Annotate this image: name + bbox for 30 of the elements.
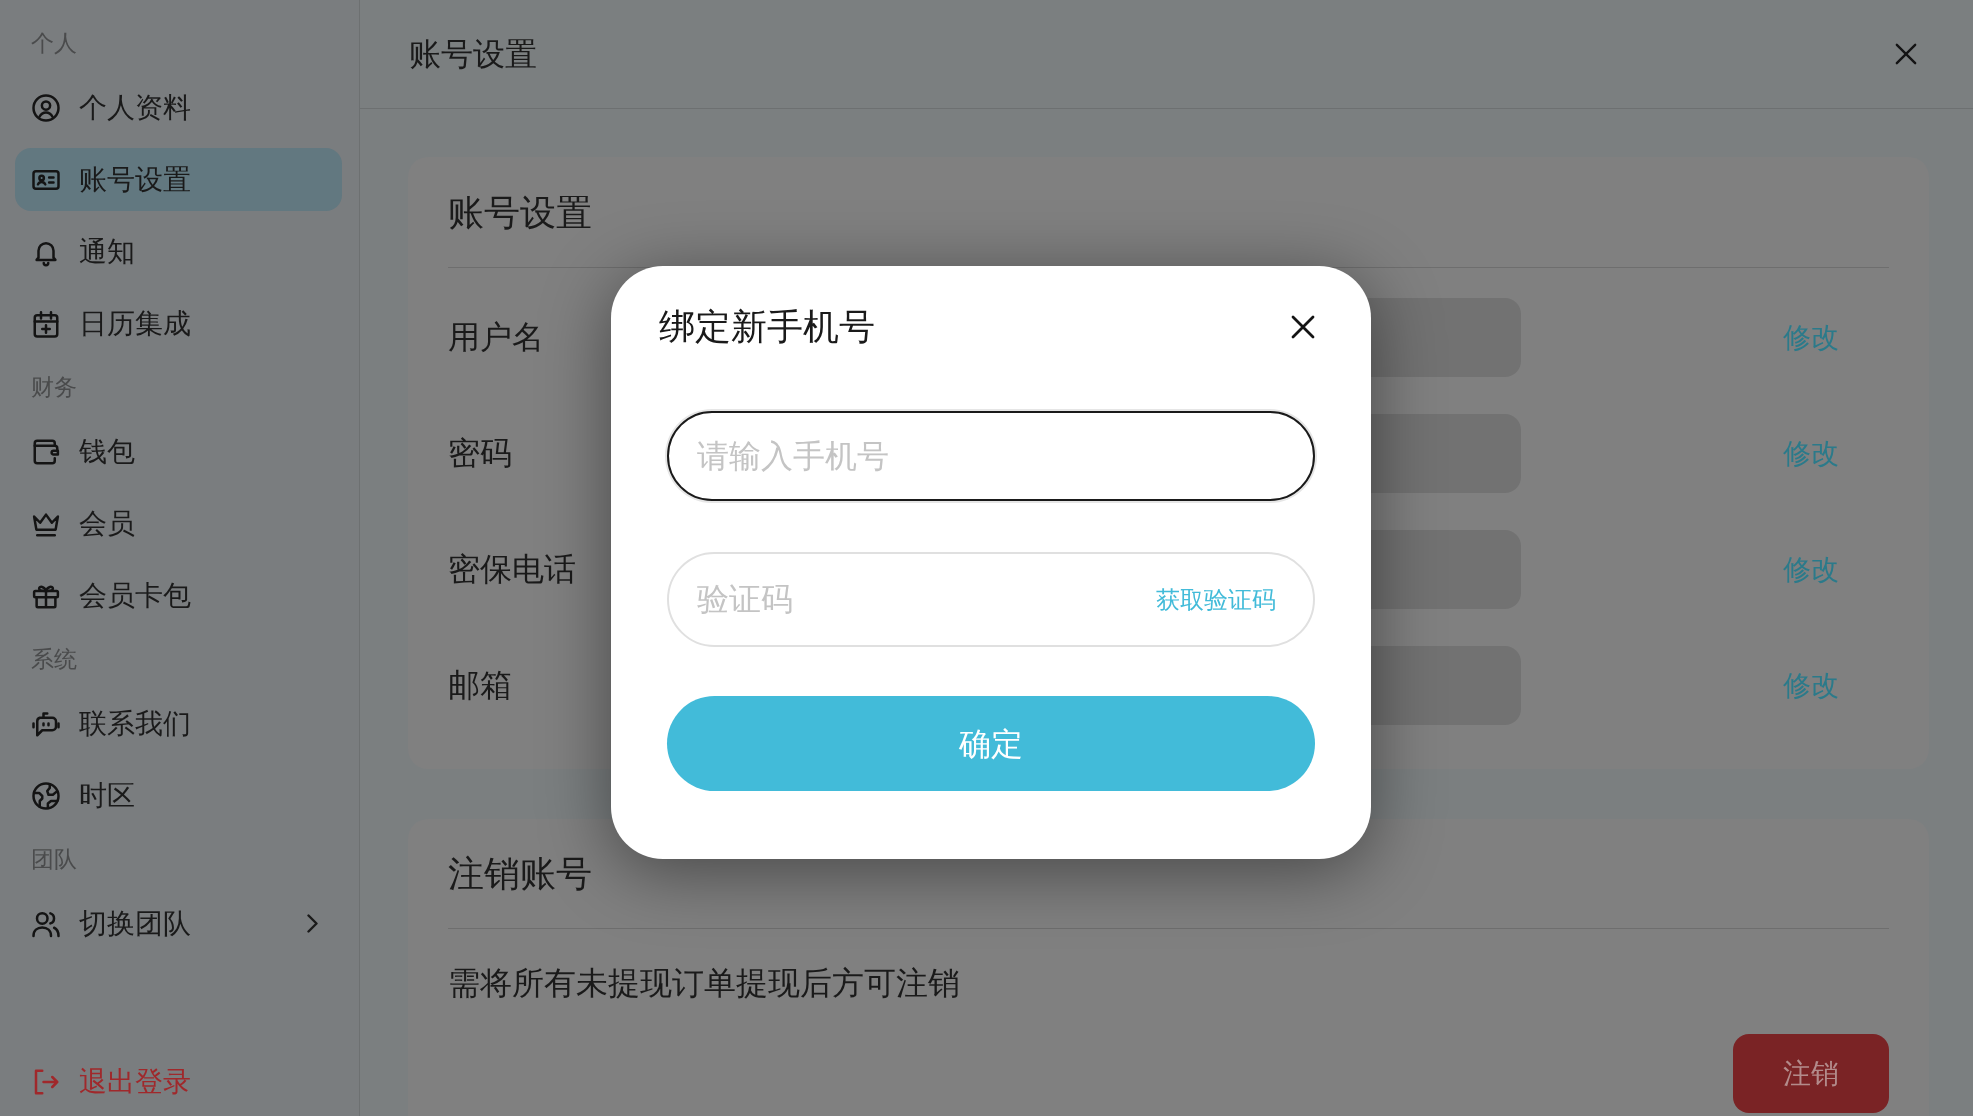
field-label: 邮箱 <box>448 666 512 703</box>
sidebar-item[interactable]: 时区 <box>15 764 342 827</box>
sidebar-item[interactable]: 联系我们 <box>15 692 342 755</box>
sidebar-item[interactable]: 切换团队 <box>15 892 342 955</box>
sidebar-item[interactable]: 会员卡包 <box>15 564 342 627</box>
field-label: 密保电话 <box>448 550 576 587</box>
sidebar-item[interactable]: 会员 <box>15 492 342 555</box>
user-circle-icon <box>31 92 61 123</box>
phone-input-field[interactable]: 请输入手机号 <box>667 411 1315 501</box>
globe-icon <box>31 780 61 811</box>
close-button[interactable] <box>1291 315 1315 339</box>
delete-account-button[interactable]: 注销 <box>1733 1034 1889 1113</box>
notice-text: 需将所有未提现订单提现后方可注销 <box>448 964 961 1003</box>
page-title: 账号设置 <box>409 38 537 70</box>
sidebar-item[interactable]: 日历集成 <box>15 292 342 355</box>
sidebar-item[interactable]: 个人资料 <box>15 76 342 139</box>
field-label: 密码 <box>448 434 512 471</box>
close-icon <box>1895 43 1917 65</box>
card-title: 账号设置 <box>448 191 593 235</box>
get-code-link[interactable]: 获取验证码 <box>1156 587 1276 612</box>
confirm-button[interactable]: 确定 <box>667 696 1315 791</box>
field-label: 用户名 <box>448 318 544 355</box>
calendar-plus-icon <box>31 308 61 339</box>
card-title: 注销账号 <box>448 852 593 896</box>
sidebar-item[interactable]: 钱包 <box>15 420 342 483</box>
sidebar-item[interactable]: 通知 <box>15 220 342 283</box>
dialog-title: 绑定新手机号 <box>659 305 875 349</box>
close-icon <box>1291 315 1315 339</box>
code-input-field[interactable]: 验证码 获取验证码 <box>667 552 1315 647</box>
sidebar-item[interactable]: 账号设置 <box>15 148 342 211</box>
